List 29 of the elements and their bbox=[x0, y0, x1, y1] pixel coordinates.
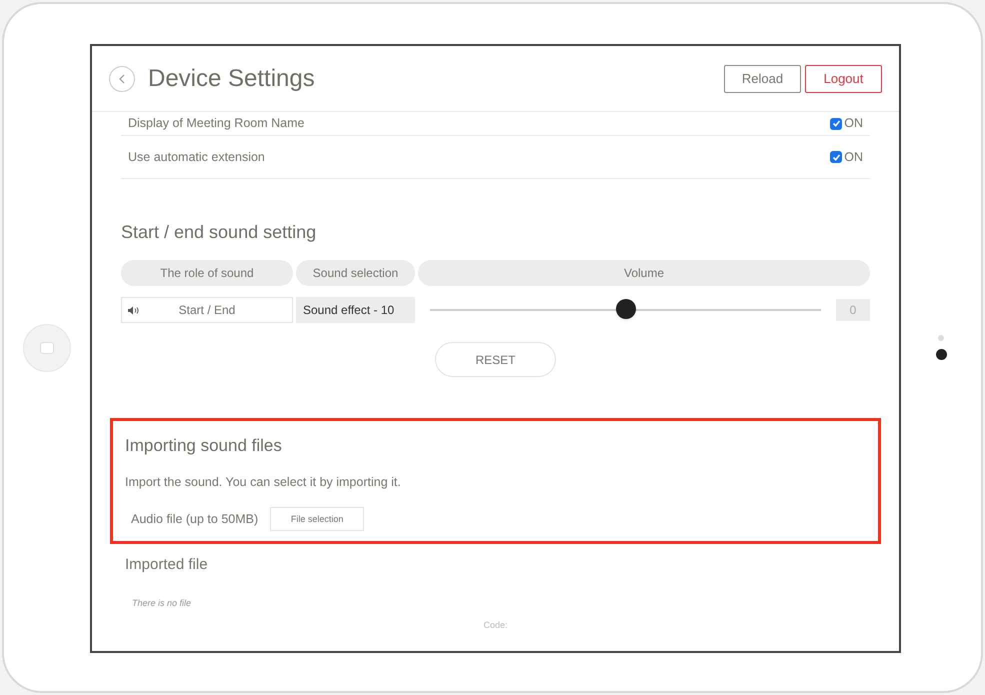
sound-select[interactable]: Sound effect - 10 bbox=[296, 297, 415, 323]
slider-thumb[interactable] bbox=[616, 299, 636, 319]
logout-button[interactable]: Logout bbox=[805, 64, 882, 92]
setting-value: ON bbox=[844, 148, 863, 166]
section-title: Imported file bbox=[125, 555, 209, 576]
column-header: Volume bbox=[418, 260, 870, 286]
back-icon bbox=[118, 74, 126, 84]
section-title: Importing sound files bbox=[125, 435, 283, 457]
setting-value: ON bbox=[844, 115, 863, 132]
page-title: Device Settings bbox=[148, 64, 315, 94]
section-title: Start / end sound setting bbox=[121, 221, 318, 244]
code-label: Code: bbox=[483, 619, 508, 632]
checkbox[interactable] bbox=[830, 151, 842, 163]
checkbox[interactable] bbox=[830, 118, 842, 130]
setting-label: Display of Meeting Room Name bbox=[128, 115, 304, 132]
volume-reading: 0 bbox=[836, 299, 870, 321]
setting-label: Use automatic extension bbox=[128, 148, 265, 166]
column-header: The role of sound bbox=[121, 260, 293, 286]
role-text: Start / End bbox=[178, 302, 236, 319]
camera-icon bbox=[936, 349, 946, 360]
square-icon bbox=[40, 342, 54, 354]
import-description: Import the sound. You can select it by importing it. bbox=[125, 474, 402, 491]
file-selection-button[interactable]: File selection bbox=[270, 507, 364, 532]
reset-button[interactable]: RESET bbox=[435, 342, 556, 377]
column-header: Sound selection bbox=[296, 260, 415, 286]
empty-message: There is no file bbox=[131, 596, 192, 610]
speaker-icon bbox=[128, 306, 141, 314]
reload-button[interactable]: Reload bbox=[724, 64, 801, 92]
field-label: Audio file (up to 50MB) bbox=[131, 510, 258, 528]
